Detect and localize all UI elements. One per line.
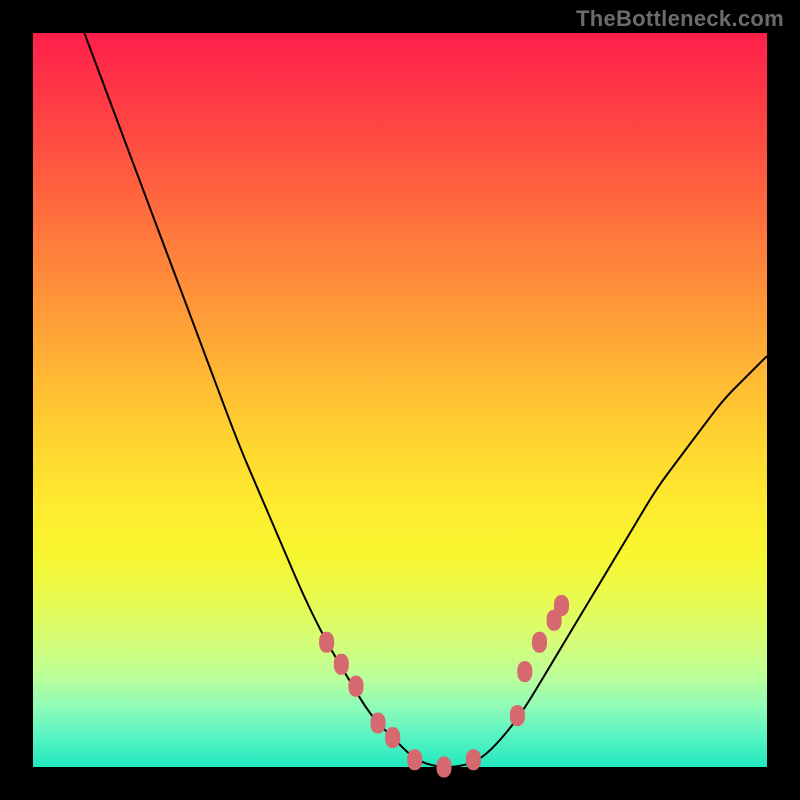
plot-area xyxy=(33,33,767,767)
curve-marker xyxy=(407,749,422,770)
chart-svg xyxy=(33,33,767,767)
curve-marker xyxy=(466,749,481,770)
curve-marker xyxy=(371,713,386,734)
curve-marker xyxy=(517,661,532,682)
curve-marker xyxy=(385,727,400,748)
curve-marker xyxy=(319,632,334,653)
curve-marker xyxy=(349,676,364,697)
marker-group xyxy=(319,595,569,778)
curve-marker xyxy=(510,705,525,726)
curve-marker xyxy=(334,654,349,675)
watermark-text: TheBottleneck.com xyxy=(576,6,784,32)
chart-stage: TheBottleneck.com xyxy=(0,0,800,800)
curve-marker xyxy=(554,595,569,616)
bottleneck-curve xyxy=(84,33,767,767)
curve-marker xyxy=(532,632,547,653)
curve-marker xyxy=(437,757,452,778)
